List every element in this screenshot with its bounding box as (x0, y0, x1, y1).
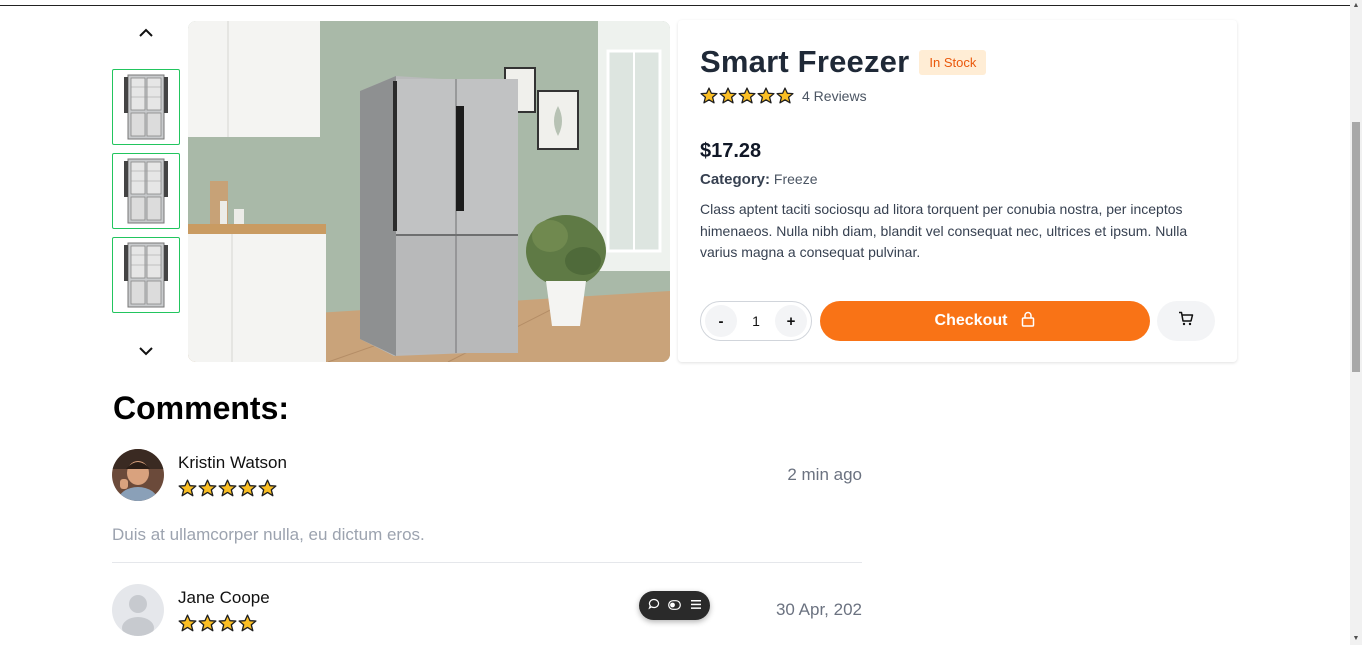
comment-divider (112, 562, 862, 563)
scroll-down-arrow-icon[interactable]: ▼ (1352, 635, 1360, 643)
rating-stars (700, 87, 794, 105)
quantity-increase-button[interactable]: + (774, 305, 807, 337)
comment-rating-stars (178, 614, 257, 633)
floating-toolbar (639, 591, 710, 620)
fridge-thumbnail-image (124, 242, 168, 308)
chat-icon[interactable] (647, 597, 660, 615)
star-icon (178, 614, 197, 632)
product-description: Class aptent taciti sociosqu ad litora t… (700, 201, 1188, 260)
stock-badge: In Stock (919, 49, 987, 75)
commenter-name: Jane Coope (178, 588, 270, 607)
quantity-decrease-button[interactable]: - (705, 305, 737, 337)
quantity-value[interactable]: 1 (752, 313, 760, 329)
thumbnail-2[interactable] (112, 153, 180, 229)
reviews-count[interactable]: 4 Reviews (802, 88, 867, 104)
thumbnail-gallery (112, 20, 180, 362)
thumbnail-1[interactable] (112, 69, 180, 145)
comment-time: 30 Apr, 202 (775, 600, 862, 619)
comment-rating-stars (178, 479, 277, 498)
comment-time: 2 min ago (787, 465, 862, 484)
star-icon (719, 87, 737, 104)
star-icon (198, 614, 217, 632)
star-icon (218, 614, 237, 632)
scroll-up-arrow-icon[interactable]: ▲ (1352, 2, 1360, 10)
page-scrollbar[interactable]: ▲ ▼ (1350, 0, 1362, 645)
product-details-card: Smart Freezer In Stock 4 Reviews $17.28 … (678, 20, 1237, 362)
scrollbar-thumb[interactable] (1352, 122, 1360, 372)
comment-text: Duis at ullamcorper nulla, eu dictum ero… (112, 525, 425, 544)
cart-icon (1178, 311, 1194, 331)
toggle-icon[interactable] (668, 597, 681, 615)
fridge-thumbnail-image (124, 158, 168, 224)
top-border (0, 5, 1350, 6)
product-title: Smart Freezer (700, 44, 910, 79)
star-icon (218, 479, 237, 497)
star-icon (757, 87, 775, 104)
menu-icon[interactable] (690, 597, 702, 615)
comments-heading: Comments: (113, 390, 290, 426)
avatar (112, 584, 164, 636)
product-main-image (188, 21, 670, 362)
title-row: Smart Freezer In Stock (700, 44, 987, 80)
avatar (112, 449, 164, 501)
star-icon (238, 614, 257, 632)
quantity-stepper: - 1 + (700, 301, 812, 341)
lock-icon (1021, 311, 1035, 332)
thumbnail-3[interactable] (112, 237, 180, 313)
product-price: $17.28 (700, 140, 762, 162)
checkout-label: Checkout (934, 312, 1008, 329)
product-category: Category: Freeze (700, 171, 817, 188)
star-icon (700, 87, 718, 104)
product-rating: 4 Reviews (700, 87, 867, 105)
add-to-cart-button[interactable] (1157, 301, 1215, 341)
category-label: Category: (700, 171, 771, 188)
star-icon (776, 87, 794, 104)
fridge-thumbnail-image (124, 74, 168, 140)
star-icon (738, 87, 756, 104)
chevron-up-icon[interactable] (136, 22, 156, 42)
star-icon (178, 479, 197, 497)
star-icon (258, 479, 277, 497)
category-value: Freeze (773, 171, 818, 187)
commenter-name: Kristin Watson (178, 453, 287, 472)
chevron-down-icon[interactable] (136, 341, 156, 361)
star-icon (238, 479, 257, 497)
star-icon (198, 479, 217, 497)
checkout-button[interactable]: Checkout (820, 301, 1150, 341)
